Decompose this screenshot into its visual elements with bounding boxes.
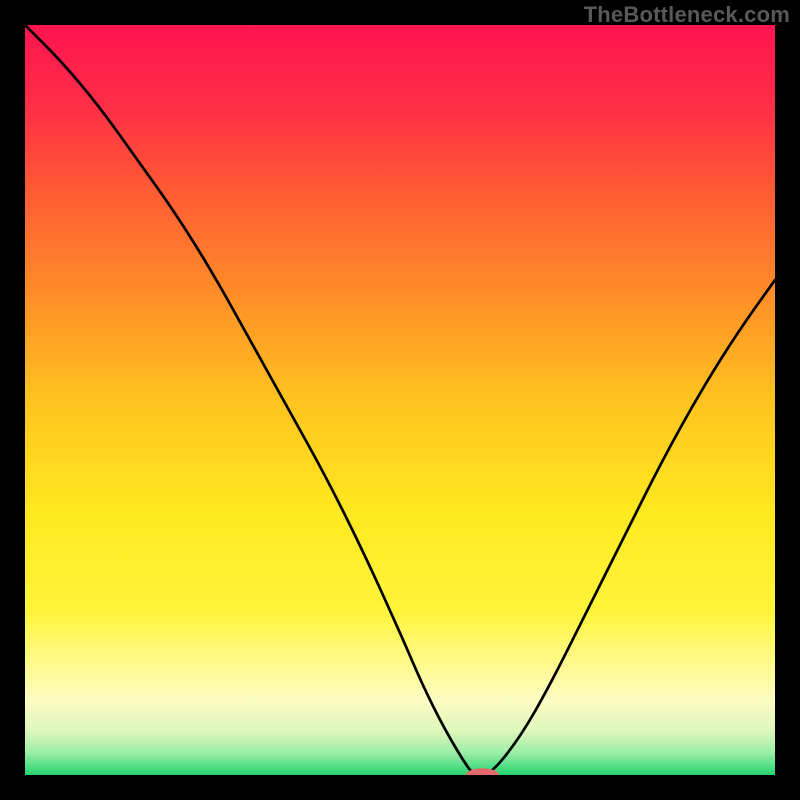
chart-background [25, 25, 775, 775]
chart-frame: TheBottleneck.com [0, 0, 800, 800]
bottleneck-chart [25, 25, 775, 775]
